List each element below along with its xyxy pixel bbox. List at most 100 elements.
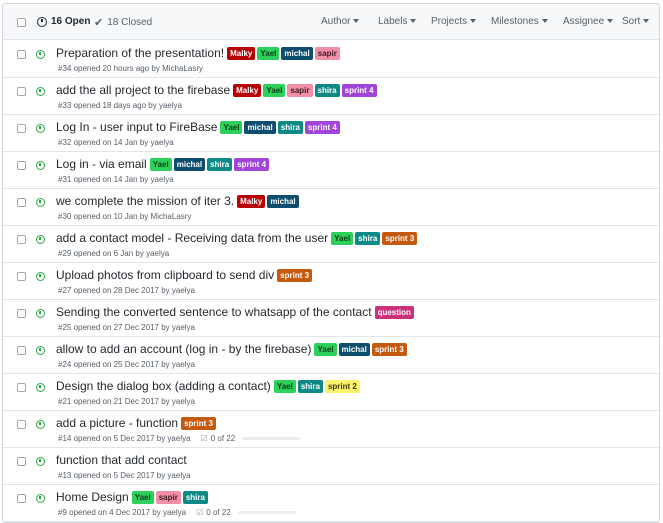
issue-meta-text: #31 opened on 14 Jan by yaelya (58, 175, 174, 184)
issue-checkbox[interactable] (17, 383, 26, 392)
issue-title-link[interactable]: add the all project to the firebase (56, 83, 230, 97)
issue-title-link[interactable]: add a picture - function (56, 416, 178, 430)
check-icon: ✔ (94, 17, 104, 29)
issue-checkbox[interactable] (17, 457, 26, 466)
caret-down-icon (607, 19, 614, 24)
issue-label[interactable]: Yael (331, 231, 354, 245)
issue-label[interactable]: sprint 3 (382, 231, 418, 245)
issue-title-link[interactable]: add a contact model - Receiving data fro… (56, 231, 328, 245)
issue-meta-text: #29 opened on 6 Jan by yaelya (58, 249, 170, 258)
issue-title-link[interactable]: allow to add an account (log in - by the… (56, 342, 311, 356)
issue-label[interactable]: sprint 4 (341, 83, 377, 97)
closed-issues-toggle[interactable]: ✔ 18 Closed (94, 16, 152, 29)
issue-title-link[interactable]: Log In - user input to FireBase (56, 120, 217, 134)
issue-row[interactable]: allow to add an account (log in - by the… (3, 337, 659, 374)
issue-label[interactable]: Yael (314, 342, 337, 356)
issue-label[interactable]: shira (207, 157, 233, 171)
issue-checkbox[interactable] (17, 494, 26, 503)
issue-label[interactable]: Yael (273, 379, 296, 393)
checklist-icon: ☑ (196, 508, 204, 517)
issue-row[interactable]: Log In - user input to FireBase Yael micha… (3, 115, 659, 152)
issue-label[interactable]: sapir (287, 83, 313, 97)
issue-checkbox[interactable] (17, 198, 26, 207)
milestones-filter[interactable]: Milestones (491, 16, 548, 27)
issue-checkbox[interactable] (17, 420, 26, 429)
issue-label[interactable]: Yael (149, 157, 172, 171)
author-filter[interactable]: Author (321, 16, 360, 27)
issue-row[interactable]: Sending the converted sentence to whatsa… (3, 300, 659, 337)
issue-label[interactable]: michal (267, 194, 299, 208)
issue-label[interactable]: shira (297, 379, 323, 393)
issue-label[interactable]: Malky (227, 46, 256, 60)
issue-label[interactable]: shira (314, 83, 340, 97)
issue-row[interactable]: add the all project to the firebase Malky… (3, 78, 659, 115)
issue-opened-icon (36, 198, 45, 207)
issue-checkbox[interactable] (17, 346, 26, 355)
issue-title-link[interactable]: Upload photos from clipboard to send div (56, 268, 274, 282)
issue-label[interactable]: sapir (155, 490, 181, 504)
issue-title-link[interactable]: Home Design (56, 490, 129, 504)
issue-label[interactable]: Yael (263, 83, 286, 97)
issue-row[interactable]: Preparation of the presentation! Malky Yae… (3, 41, 659, 78)
issue-label[interactable]: michal (338, 342, 370, 356)
projects-filter[interactable]: Projects (431, 16, 477, 27)
issue-opened-icon (36, 272, 45, 281)
issue-row[interactable]: function that add contact #13 opened on 5… (3, 448, 659, 485)
issue-meta-text: #34 opened 20 hours ago by MichaLasry (58, 64, 203, 73)
issue-label[interactable]: Yael (131, 490, 154, 504)
issue-label[interactable]: sprint 3 (371, 342, 407, 356)
caret-down-icon (470, 19, 477, 24)
issue-label[interactable]: michal (173, 157, 206, 171)
issue-title-link[interactable]: Preparation of the presentation! (56, 46, 224, 60)
issue-title-line: add a picture - function sprint 3 (56, 416, 216, 430)
issue-checkbox[interactable] (17, 87, 26, 96)
issue-label[interactable]: sprint 4 (304, 120, 340, 134)
issue-row[interactable]: Home Design Yael sapir shira #9 opened on 4 … (3, 485, 659, 522)
issue-opened-icon (36, 494, 45, 503)
issue-checkbox[interactable] (17, 309, 26, 318)
issue-title-line: Home Design Yael sapir shira (56, 490, 208, 504)
closed-count: 18 Closed (107, 17, 153, 28)
issue-label[interactable]: shira (277, 120, 303, 134)
issue-label[interactable]: michal (281, 46, 313, 60)
issue-label[interactable]: sprint 3 (277, 268, 313, 282)
issue-row[interactable]: add a contact model - Receiving data fro… (3, 226, 659, 263)
issue-row[interactable]: we complete the mission of iter 3. Malky m… (3, 189, 659, 226)
sort-filter[interactable]: Sort (622, 16, 650, 27)
assignee-filter[interactable]: Assignee (563, 16, 614, 27)
issue-label[interactable]: Malky (237, 194, 266, 208)
issue-label[interactable]: michal (244, 120, 276, 134)
issue-label[interactable]: sapir (314, 46, 340, 60)
issue-label[interactable]: Yael (220, 120, 243, 134)
labels-filter[interactable]: Labels (378, 16, 417, 27)
task-count: 0 of 22 (210, 434, 236, 443)
issue-title-line: Upload photos from clipboard to send div… (56, 268, 313, 282)
issue-checkbox[interactable] (17, 124, 26, 133)
select-all-checkbox[interactable] (17, 18, 26, 27)
issue-title-link[interactable]: Sending the converted sentence to whatsa… (56, 305, 372, 319)
open-issues-toggle[interactable]: 16 Open (37, 16, 90, 27)
issue-label[interactable]: shira (355, 231, 381, 245)
issue-label[interactable]: shira (182, 490, 208, 504)
issue-row[interactable]: Upload photos from clipboard to send div… (3, 263, 659, 300)
issue-title-link[interactable]: function that add contact (56, 453, 187, 467)
issue-meta: #31 opened on 14 Jan by yaelya (58, 175, 174, 184)
issue-label[interactable]: question (374, 305, 414, 319)
issue-title-link[interactable]: Log in - via email (56, 157, 147, 171)
issue-label[interactable]: sprint 3 (181, 416, 216, 430)
issue-meta: #14 opened on 5 Dec 2017 by yaelya ☑ 0 of … (58, 434, 301, 443)
issue-row[interactable]: Log in - via email Yael michal shira sprint … (3, 152, 659, 189)
issue-checkbox[interactable] (17, 50, 26, 59)
issue-checkbox[interactable] (17, 235, 26, 244)
issue-label[interactable]: sprint 2 (324, 379, 360, 393)
issue-label[interactable]: sprint 4 (234, 157, 270, 171)
issue-row[interactable]: Design the dialog box (adding a contact)… (3, 374, 659, 411)
issue-row[interactable]: add a picture - function sprint 3 #14 open… (3, 411, 659, 448)
issue-checkbox[interactable] (17, 272, 26, 281)
issue-title-link[interactable]: Design the dialog box (adding a contact) (56, 379, 271, 393)
issue-checkbox[interactable] (17, 161, 26, 170)
issue-label[interactable]: Malky (233, 83, 262, 97)
issue-title-line: function that add contact (56, 453, 188, 467)
issue-label[interactable]: Yael (257, 46, 280, 60)
issue-title-link[interactable]: we complete the mission of iter 3. (56, 194, 234, 208)
